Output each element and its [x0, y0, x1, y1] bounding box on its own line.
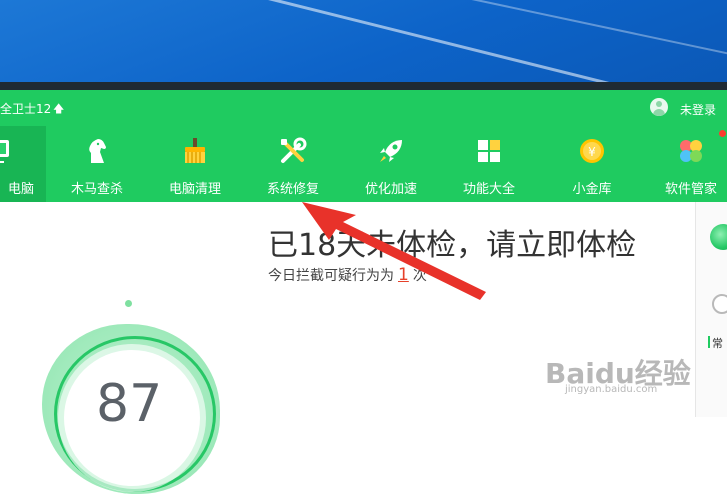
app-title: 全卫士12	[0, 102, 52, 116]
blocked-count-link[interactable]: 1	[394, 265, 413, 285]
rocket-icon	[380, 140, 402, 162]
horse-icon	[89, 139, 106, 163]
nav-item-computer[interactable]: 电脑	[0, 126, 46, 202]
upgrade-arrow-icon[interactable]: 🡅	[53, 100, 64, 119]
nav-item-cleanup[interactable]: 电脑清理	[146, 126, 244, 202]
wallpaper-light-streak	[119, 0, 727, 86]
monitor-icon	[0, 140, 9, 163]
notification-badge	[719, 130, 726, 137]
login-link[interactable]: 未登录	[680, 101, 716, 118]
side-panel-label[interactable]: 常	[708, 335, 723, 351]
svg-text:¥: ¥	[588, 145, 596, 159]
health-score: 87	[96, 374, 163, 434]
nav-label: 木马查杀	[70, 182, 123, 197]
main-nav: 电脑 木马查杀 电脑清理 系统修复 优化加速 功能大全 ¥ 小金库 软件管家	[0, 126, 727, 202]
desktop-wallpaper	[0, 0, 727, 86]
watermark-url: jingyan.baidu.com	[565, 384, 658, 395]
tools-icon	[281, 137, 307, 163]
nav-item-software-manager[interactable]: 软件管家	[642, 126, 727, 202]
grid-icon	[478, 140, 500, 162]
shield-ball-icon[interactable]	[710, 224, 727, 250]
nav-label: 优化加速	[364, 182, 417, 197]
blocked-suffix: 次	[412, 268, 427, 284]
nav-label: 电脑	[7, 182, 34, 197]
apps-icon	[680, 140, 702, 162]
nav-item-system-repair[interactable]: 系统修复	[244, 126, 342, 202]
side-panel: 常	[695, 202, 727, 417]
blocked-prefix: 今日拦截可疑行为为	[268, 268, 394, 284]
decorative-dot	[125, 300, 132, 307]
nav-label: 小金库	[572, 182, 612, 197]
search-icon[interactable]	[712, 294, 727, 314]
health-score-widget[interactable]: 87	[20, 316, 220, 494]
nav-label: 软件管家	[664, 182, 717, 197]
nav-item-all-features[interactable]: 功能大全	[440, 126, 538, 202]
broom-icon	[185, 138, 205, 163]
title-bar: 全卫士12 🡅 未登录	[0, 90, 727, 126]
wallpaper-light-streak	[339, 0, 727, 81]
nav-item-wallet[interactable]: ¥ 小金库	[543, 126, 641, 202]
user-avatar-icon[interactable]	[650, 98, 668, 116]
nav-label: 电脑清理	[168, 182, 221, 197]
nav-item-trojan-scan[interactable]: 木马查杀	[48, 126, 146, 202]
window-top-edge	[0, 82, 727, 90]
checkup-headline: 已18天未体检，请立即体检	[268, 228, 637, 263]
nav-item-speed-up[interactable]: 优化加速	[342, 126, 440, 202]
coin-icon: ¥	[580, 139, 604, 163]
nav-label: 功能大全	[462, 182, 515, 197]
blocked-summary: 今日拦截可疑行为为 1 次	[268, 265, 427, 285]
nav-label: 系统修复	[266, 182, 319, 197]
